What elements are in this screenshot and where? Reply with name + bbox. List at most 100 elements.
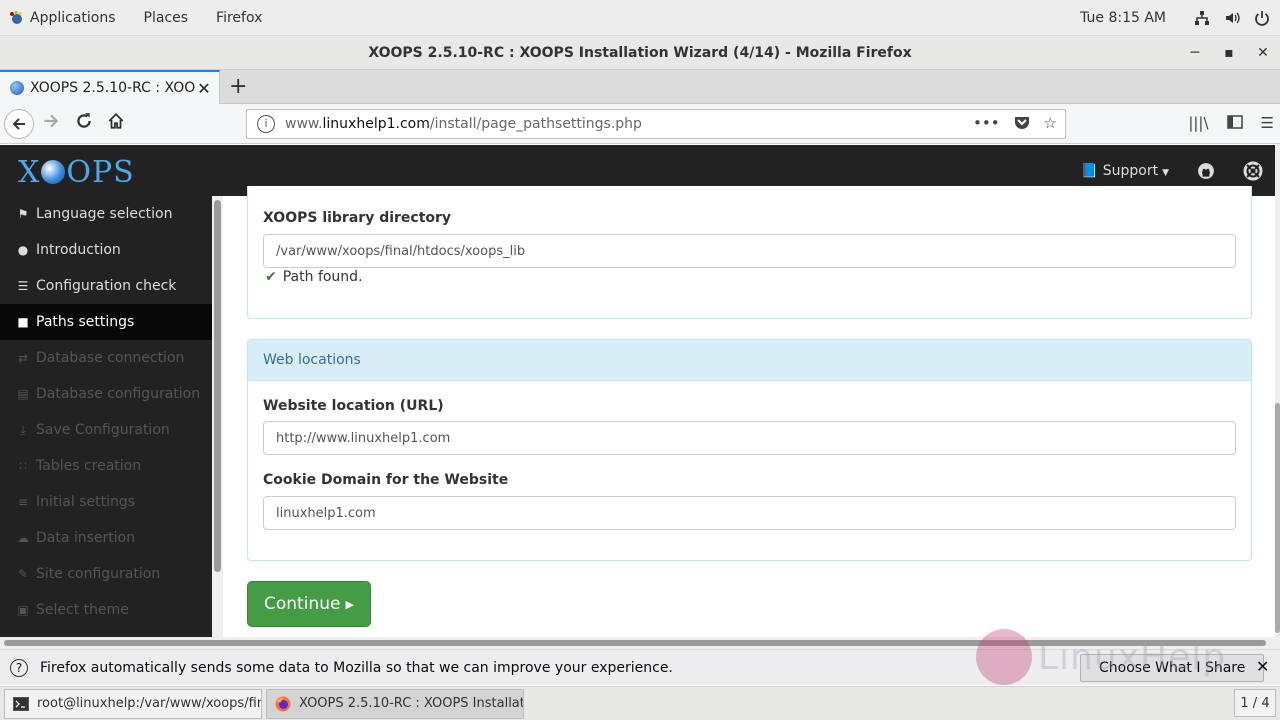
new-tab-icon[interactable]: + xyxy=(229,74,247,99)
places-menu[interactable]: Places xyxy=(144,10,189,26)
database-icon: ▤ xyxy=(17,387,29,401)
sidebar-item-tables-creation: ∷ Tables creation xyxy=(0,448,212,484)
forward-icon[interactable] xyxy=(42,112,60,135)
list-icon: ☰ xyxy=(17,279,29,293)
gnome-foot-icon xyxy=(10,10,22,24)
site-info-icon[interactable]: i xyxy=(257,115,275,133)
sidebar-item-select-theme: ▣ Select theme xyxy=(0,592,212,628)
globe-icon xyxy=(41,160,66,184)
sidebar-scrollbar[interactable] xyxy=(212,196,223,637)
url-domain: linuxhelp1.com xyxy=(322,116,430,132)
page-actions-icon[interactable]: ••• xyxy=(973,114,1000,132)
github-icon[interactable] xyxy=(1197,162,1215,180)
library-icon[interactable]: |||\ xyxy=(1188,114,1208,132)
page-vertical-scrollbar[interactable] xyxy=(1275,145,1280,637)
sidebar-item-paths-settings[interactable]: ■ Paths settings xyxy=(0,304,212,340)
taskbar: root@linuxhelp:/var/www/xoops/fin... XOO… xyxy=(0,686,1280,720)
url-prefix: www. xyxy=(285,116,323,132)
exchange-icon: ⇄ xyxy=(17,351,29,365)
logo-text-right: OPS xyxy=(66,155,135,190)
url-path: /install/page_pathsettings.php xyxy=(429,116,642,132)
tab-strip: XOOPS 2.5.10-RC : XOOPS Installation Wiz… xyxy=(0,70,1280,104)
continue-button[interactable]: Continue ▶ xyxy=(247,581,371,627)
path-status-text: Path found. xyxy=(282,269,363,285)
taskbar-item-terminal[interactable]: root@linuxhelp:/var/www/xoops/fin... xyxy=(4,688,262,719)
library-directory-input[interactable] xyxy=(263,234,1236,268)
browser-tab[interactable]: XOOPS 2.5.10-RC : XOOPS Installation Wiz… xyxy=(0,70,220,104)
network-icon[interactable] xyxy=(1194,10,1210,26)
website-location-input[interactable] xyxy=(263,421,1236,455)
support-dropdown[interactable]: 📘 Support ▼ xyxy=(1081,163,1169,179)
applications-menu[interactable]: Applications xyxy=(8,10,116,26)
sidebar-item-configuration-check[interactable]: ☰ Configuration check xyxy=(0,268,212,304)
sidebar-item-introduction[interactable]: ● Introduction xyxy=(0,232,212,268)
workspace-switcher[interactable]: 1 / 4 xyxy=(1234,689,1276,717)
support-label: Support xyxy=(1102,162,1159,179)
back-icon[interactable] xyxy=(4,109,34,139)
applications-menu-label: Applications xyxy=(30,9,116,26)
caret-down-icon: ▼ xyxy=(1162,167,1169,178)
sidebar-item-label: Introduction xyxy=(36,242,121,258)
cloud-upload-icon: ☁ xyxy=(17,531,29,545)
cookie-domain-input[interactable] xyxy=(263,496,1236,530)
sidebar-item-database-configuration: ▤ Database configuration xyxy=(0,376,212,412)
folder-open-icon: ■ xyxy=(17,315,29,329)
page-horizontal-scrollbar[interactable] xyxy=(0,637,1280,649)
notification-text: Firefox automatically sends some data to… xyxy=(40,659,673,676)
sidebar-item-language-selection[interactable]: ⚑ Language selection xyxy=(0,196,212,232)
sitemap-icon: ∷ xyxy=(19,459,27,473)
picture-icon: ▣ xyxy=(17,603,29,617)
sliders-icon: ≡ xyxy=(17,495,29,509)
volume-icon[interactable] xyxy=(1224,10,1240,26)
info-icon: ● xyxy=(17,243,29,257)
caret-right-icon: ▶ xyxy=(345,597,354,611)
close-window-icon[interactable]: ✕ xyxy=(1246,45,1280,61)
reload-icon[interactable] xyxy=(75,112,93,135)
website-location-label: Website location (URL) xyxy=(263,398,444,414)
bookmark-star-icon[interactable]: ☆ xyxy=(1044,114,1057,132)
question-icon: ? xyxy=(10,658,28,677)
hamburger-menu-icon[interactable]: ☰ xyxy=(1261,114,1274,132)
window-titlebar: XOOPS 2.5.10-RC : XOOPS Installation Wiz… xyxy=(0,36,1280,70)
sidebar-toggle-icon[interactable] xyxy=(1226,114,1243,130)
sidebar-item-label: Save Configuration xyxy=(36,422,170,438)
pocket-icon[interactable] xyxy=(1014,114,1030,130)
library-directory-label: XOOPS library directory xyxy=(263,210,452,226)
check-icon: ✔ xyxy=(265,269,277,285)
tab-close-icon[interactable]: ✕ xyxy=(195,79,213,98)
taskbar-item-terminal-label: root@linuxhelp:/var/www/xoops/fin... xyxy=(37,696,262,711)
firefox-menu[interactable]: Firefox xyxy=(216,10,262,26)
navigation-toolbar: i www. linuxhelp1.com/install/page_pathse… xyxy=(0,104,1280,144)
sidebar-item-label: Initial settings xyxy=(36,494,136,510)
xoops-logo[interactable]: X OPS xyxy=(18,155,135,190)
power-icon[interactable] xyxy=(1254,10,1270,26)
sidebar-item-label: Tables creation xyxy=(36,458,142,474)
book-icon: 📘 xyxy=(1080,162,1099,179)
xoops-favicon-icon xyxy=(10,81,24,95)
sidebar-item-database-connection: ⇄ Database connection xyxy=(0,340,212,376)
flag-icon: ⚑ xyxy=(17,207,29,221)
web-locations-heading: Web locations xyxy=(248,340,1251,381)
home-icon[interactable] xyxy=(107,112,125,135)
clock[interactable]: Tue 8:15 AM xyxy=(1080,10,1166,26)
sidebar-item-label: Configuration check xyxy=(36,278,177,294)
taskbar-item-firefox[interactable]: XOOPS 2.5.10-RC : XOOPS Installati... xyxy=(266,688,524,719)
lifebuoy-icon[interactable] xyxy=(1243,161,1263,181)
wizard-steps-sidebar: ⚑ Language selection ● Introduction ☰ Configu… xyxy=(0,196,212,637)
sidebar-item-label: Paths settings xyxy=(36,314,135,330)
edit-icon: ✎ xyxy=(17,567,29,581)
sidebar-item-label: Data insertion xyxy=(36,530,136,546)
window-title: XOOPS 2.5.10-RC : XOOPS Installation Wiz… xyxy=(368,44,912,61)
maximize-icon[interactable]: ▪ xyxy=(1212,45,1246,61)
choose-what-i-share-button[interactable]: Choose What I Share xyxy=(1080,654,1265,682)
sidebar-item-site-configuration: ✎ Site configuration xyxy=(0,556,212,592)
web-locations-panel: Web locations Website location (URL) Coo… xyxy=(247,339,1252,561)
sidebar-item-label: Site configuration xyxy=(36,566,161,582)
notification-close-icon[interactable]: ✕ xyxy=(1256,657,1269,676)
cookie-domain-label: Cookie Domain for the Website xyxy=(263,472,509,488)
minimize-icon[interactable]: ─ xyxy=(1178,45,1212,61)
download-icon: ⤓ xyxy=(20,422,26,437)
main-content: XOOPS library directory ✔ Path found. Web… xyxy=(223,186,1275,637)
url-bar[interactable]: i www. linuxhelp1.com/install/page_pathse… xyxy=(246,109,1066,139)
sidebar-item-label: Database connection xyxy=(36,350,185,366)
